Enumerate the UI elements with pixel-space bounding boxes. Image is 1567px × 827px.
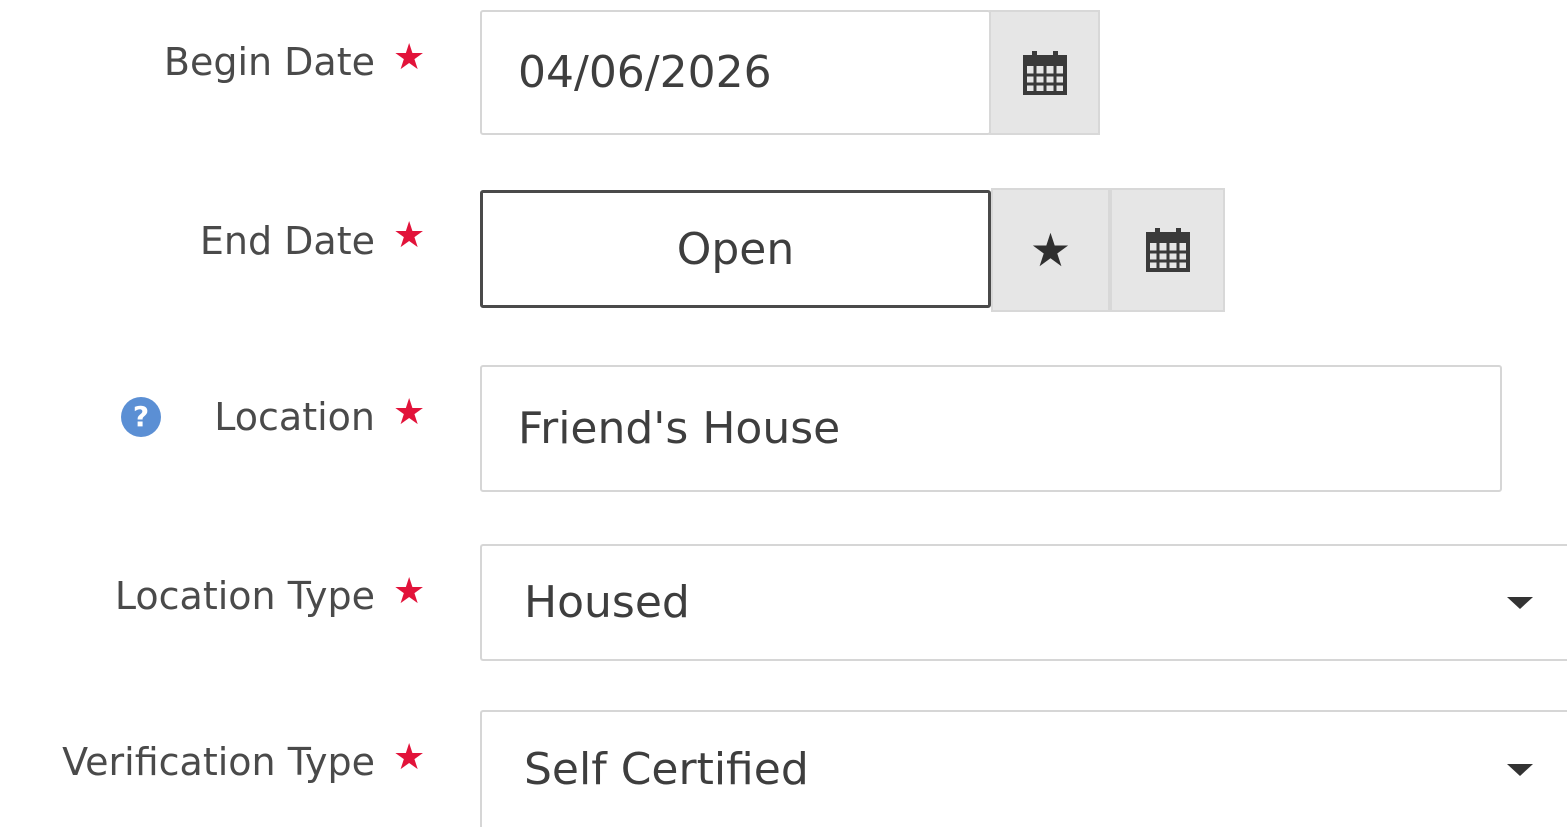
location-type-label: Location Type: [114, 574, 375, 618]
help-icon[interactable]: ?: [121, 397, 161, 437]
required-star-icon: ★: [393, 37, 426, 78]
location-type-row: Location Type ★ Housed: [0, 540, 1567, 670]
begin-date-calendar-button[interactable]: [989, 10, 1100, 135]
end-date-label: End Date: [199, 219, 375, 263]
verification-type-select[interactable]: Self Certified: [480, 710, 1567, 827]
begin-date-value: 04/06/2026: [518, 47, 772, 98]
calendar-icon: [1145, 228, 1190, 272]
location-type-select[interactable]: Housed: [480, 544, 1567, 661]
caret-down-icon: [1507, 763, 1533, 776]
verification-type-selected: Self Certified: [524, 744, 809, 795]
begin-date-input[interactable]: 04/06/2026: [480, 10, 991, 135]
end-date-input[interactable]: Open: [480, 190, 991, 308]
star-icon: ★: [1029, 223, 1072, 277]
required-star-icon: ★: [393, 215, 426, 256]
end-date-star-button[interactable]: ★: [991, 188, 1110, 312]
required-star-icon: ★: [393, 392, 426, 433]
begin-date-row: Begin Date ★ 04/06/2026: [0, 0, 1567, 140]
end-date-calendar-button[interactable]: [1110, 188, 1225, 312]
end-date-row: End Date ★ Open ★: [0, 180, 1567, 320]
begin-date-label: Begin Date: [163, 40, 375, 84]
required-star-icon: ★: [393, 737, 426, 778]
calendar-icon: [1022, 50, 1067, 95]
location-label: Location: [214, 395, 375, 439]
location-input[interactable]: Friend's House: [480, 365, 1502, 492]
caret-down-icon: [1507, 596, 1533, 609]
end-date-value: Open: [676, 223, 795, 275]
verification-type-label: Verification Type: [62, 740, 375, 784]
location-row: ? Location ★ Friend's House: [0, 360, 1567, 500]
required-star-icon: ★: [393, 571, 426, 612]
location-value: Friend's House: [518, 403, 841, 454]
verification-type-row: Verification Type ★ Self Certified: [0, 705, 1567, 827]
location-type-selected: Housed: [524, 577, 690, 628]
